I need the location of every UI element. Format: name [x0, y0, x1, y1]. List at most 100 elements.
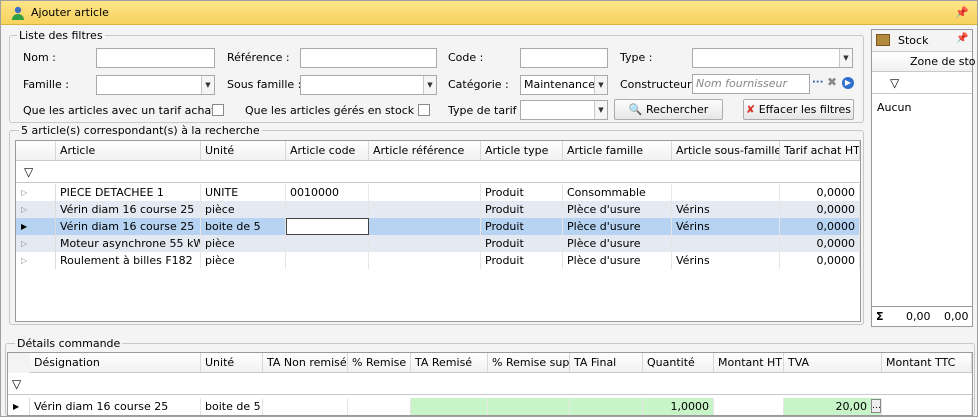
filter-icon[interactable]: ▽ [24, 165, 33, 179]
filter-row: ▽ [16, 161, 860, 183]
table-cell: 0,0000 [780, 235, 860, 252]
categorie-select[interactable]: Maintenance ▼ [520, 75, 608, 95]
current-row-icon[interactable]: ▶ [16, 218, 56, 235]
constructeur-label: Constructeur : [620, 78, 699, 91]
column-header[interactable]: Tarif achat HT [780, 141, 860, 161]
chevron-down-icon[interactable]: ▼ [839, 49, 852, 67]
go-icon[interactable]: ▶ [842, 77, 854, 89]
current-row-icon[interactable]: ▶ [8, 398, 30, 415]
sous-famille-label: Sous famille : [227, 78, 302, 91]
expand-icon[interactable]: ▷ [16, 252, 56, 269]
table-cell[interactable] [714, 398, 784, 415]
expand-icon[interactable]: ▷ [16, 235, 56, 252]
column-header[interactable]: Unité [201, 141, 286, 161]
column-header[interactable]: Désignation [30, 353, 201, 373]
table-cell: Produit [481, 184, 563, 201]
chevron-down-icon[interactable]: ▼ [594, 76, 607, 94]
reference-input[interactable] [300, 48, 437, 68]
type-select[interactable]: ▼ [692, 48, 853, 68]
code-input[interactable] [520, 48, 608, 68]
column-header[interactable]: Montant HT [714, 353, 784, 373]
results-title: 5 article(s) correspondant(s) à la reche… [19, 124, 262, 137]
expand-icon[interactable]: ▷ [16, 184, 56, 201]
table-cell: 0010000 [286, 184, 369, 201]
table-row[interactable]: ▷ PIECE DETACHEE 1 UNITE 0010000 Produit Cons… [16, 184, 860, 201]
chevron-down-icon[interactable]: ▼ [423, 76, 436, 94]
clear-filters-button[interactable]: ✘ Effacer les filtres [743, 99, 854, 120]
table-cell: 0,0000 [780, 201, 860, 218]
table-cell[interactable]: 1,0000 [643, 398, 714, 415]
table-cell[interactable]: 20,00… [784, 398, 882, 415]
results-header: Article Unité Article code Article référenc… [16, 141, 860, 161]
famille-select[interactable]: ▼ [96, 75, 215, 95]
results-grid: Article Unité Article code Article référenc… [15, 140, 861, 322]
column-header[interactable]: TA Final [570, 353, 643, 373]
column-header[interactable]: Unité [201, 353, 263, 373]
table-row[interactable]: ▷ Moteur asynchrone 55 kW pièce Produit Plèc… [16, 235, 860, 252]
table-cell: 0,0000 [780, 252, 860, 269]
sous-famille-select[interactable]: ▼ [300, 75, 437, 95]
table-row[interactable]: ▷ Roulement à billes F182 pièce Produit Plèc… [16, 252, 860, 269]
chevron-down-icon[interactable]: ▼ [594, 101, 607, 119]
expand-icon[interactable]: ▷ [16, 201, 56, 218]
code-label: Code : [448, 51, 484, 64]
clear-filters-icon: ✘ [746, 103, 756, 116]
table-cell [369, 201, 481, 218]
column-header[interactable]: % Remise sup. [488, 353, 570, 373]
table-cell [369, 184, 481, 201]
table-cell: pièce [201, 252, 286, 269]
stock-total-1: 0,00 [906, 310, 931, 323]
nom-label: Nom : [23, 51, 56, 64]
nom-input[interactable] [96, 48, 215, 68]
clear-icon[interactable]: ✖ [827, 75, 837, 89]
table-row[interactable]: ▷ Vérin diam 16 course 25 pièce Produit Plèc… [16, 201, 860, 218]
table-cell [882, 398, 972, 415]
details-row: ▶ Vérin diam 16 course 25 boite de 5 1,0000… [8, 398, 972, 415]
window-title: Ajouter article [31, 6, 109, 19]
column-header[interactable]: Article [56, 141, 201, 161]
column-header[interactable]: Quantité [643, 353, 714, 373]
details-grid: Désignation Unité TA Non remisé% Remise TA … [7, 352, 973, 416]
column-header[interactable]: Article type [481, 141, 563, 161]
browse-icon[interactable]: ··· [812, 77, 823, 88]
column-header[interactable]: Article sous-famille [672, 141, 780, 161]
column-header[interactable]: TA Remisé [411, 353, 488, 373]
stock-pin-icon[interactable]: 📌 [956, 33, 968, 44]
column-header[interactable]: Article référence [369, 141, 481, 161]
column-header[interactable]: TVA [784, 353, 882, 373]
geres-stock-checkbox[interactable] [418, 104, 430, 116]
column-header[interactable]: TA Non remisé [263, 353, 348, 373]
constructeur-input[interactable]: Nom fournisseur [692, 74, 810, 94]
table-cell[interactable] [411, 398, 488, 415]
add-article-window: Ajouter article 📌 Liste des filtres Nom … [0, 0, 978, 417]
table-cell[interactable] [570, 398, 643, 415]
table-cell: Produit [481, 252, 563, 269]
edit-icon[interactable]: … [871, 399, 881, 413]
column-header[interactable]: Montant TTC [882, 353, 972, 373]
table-cell [348, 398, 411, 415]
filter-icon[interactable]: ▽ [890, 76, 899, 90]
stock-filter-row: ▽ [872, 72, 972, 94]
table-cell: Produit [481, 218, 563, 235]
type-tarif-select[interactable]: ▼ [520, 100, 608, 120]
table-cell: Moteur asynchrone 55 kW [56, 235, 201, 252]
table-cell: Plèce d'usure [563, 235, 672, 252]
reference-label: Référence : [227, 51, 290, 64]
table-cell [369, 218, 481, 235]
column-header[interactable]: Article code [286, 141, 369, 161]
tarif-achat-checkbox[interactable] [212, 104, 224, 116]
table-row[interactable]: ▶ Vérin diam 16 course 25 boite de 5 Produi… [16, 218, 860, 235]
stock-panel: Stock 📌 Zone de sto ▽ Aucun Σ 0,00 0,00 [871, 29, 976, 327]
stock-title: Stock [898, 34, 929, 47]
filter-icon[interactable]: ▽ [12, 377, 21, 391]
table-cell[interactable] [488, 398, 570, 415]
search-button[interactable]: 🔍 Rechercher [614, 99, 723, 120]
pin-icon[interactable]: 📌 [955, 6, 969, 19]
stock-total-2: 0,00 [944, 310, 969, 323]
table-cell [286, 235, 369, 252]
table-cell: boite de 5 [201, 218, 286, 235]
column-header[interactable]: Article famille [563, 141, 672, 161]
chevron-down-icon[interactable]: ▼ [201, 76, 214, 94]
table-cell: Produit [481, 235, 563, 252]
column-header[interactable]: % Remise [348, 353, 411, 373]
